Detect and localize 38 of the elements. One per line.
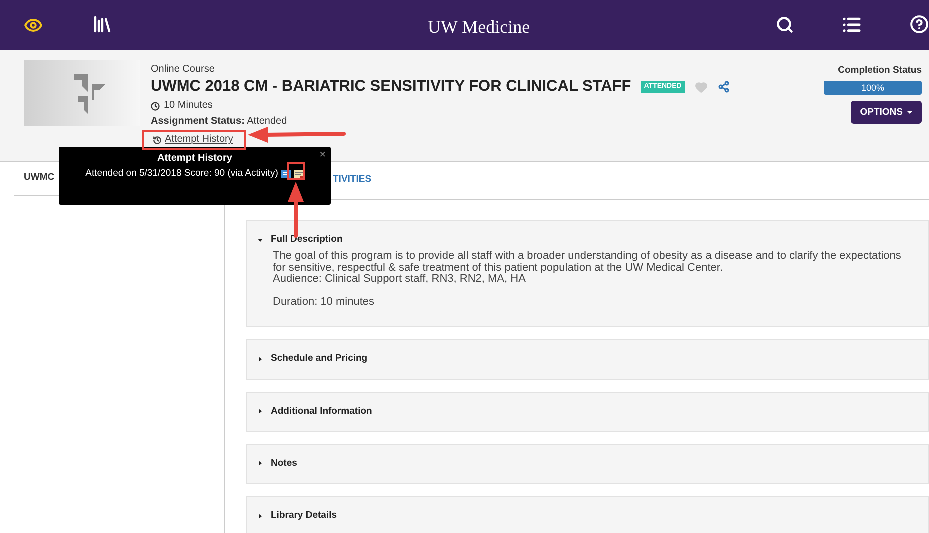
- caret-right-icon: [258, 356, 263, 362]
- options-button[interactable]: OPTIONS: [851, 101, 922, 124]
- caret-right-icon: [258, 514, 263, 519]
- popup-title: Attempt History: [157, 152, 232, 166]
- activities-tab[interactable]: TIVITIES: [333, 173, 372, 188]
- history-icon: [153, 136, 162, 144]
- attempt-history-link[interactable]: Attempt History: [153, 134, 730, 146]
- accordion-header[interactable]: Library Details: [258, 509, 337, 524]
- description-text: Audience: Clinical Support staff, RN3, RN2, MA, HA: [273, 274, 526, 286]
- caret-right-icon: [258, 409, 263, 414]
- eye-icon[interactable]: [24, 16, 43, 35]
- description-text: The goal of this program is to provide all staff with a broader understanding of obesity as a disease and to clarify the expectations for sensitive, respectful & safe treatment of this patient population at the UW Medical Center.: [273, 251, 902, 274]
- brand-title: UW Medicine: [428, 16, 530, 39]
- progress-reading: 100%: [860, 82, 886, 96]
- course-type: Online Course: [151, 64, 216, 76]
- search-icon[interactable]: [776, 16, 794, 34]
- clock-icon: [151, 102, 160, 110]
- assignment-status: Assignment Status: Attended: [151, 116, 288, 128]
- books-icon[interactable]: [92, 14, 113, 35]
- caret-icon: [907, 110, 913, 115]
- caret-down-icon: [258, 238, 263, 243]
- accordion-header[interactable]: Schedule and Pricing: [258, 352, 368, 366]
- list-icon[interactable]: [842, 15, 862, 35]
- transcript-icon[interactable]: [294, 170, 304, 179]
- accordion-header[interactable]: Additional Information: [258, 404, 372, 419]
- duration-line: Duration: 10 minutes: [273, 296, 376, 308]
- attempt-entry: Attended on 5/31/2018 Score: 90 (via Activity): [86, 167, 278, 181]
- left-tab[interactable]: UWMC: [24, 171, 55, 186]
- course-title: UWMC 2018 CM - BARIATRIC SENSITIVITY FOR CLINICAL STAFF: [151, 78, 632, 96]
- highlight-frame: [287, 162, 305, 180]
- help-icon[interactable]: [910, 15, 929, 34]
- accordion-header[interactable]: Notes: [258, 456, 298, 471]
- close-button[interactable]: ×: [320, 150, 326, 161]
- completion-label: Completion Status: [838, 64, 922, 78]
- caret-right-icon: [258, 461, 263, 466]
- share-icon[interactable]: [718, 81, 730, 93]
- duration-text: 10 Minutes: [164, 100, 213, 112]
- accordion-header[interactable]: Full Description: [258, 233, 343, 248]
